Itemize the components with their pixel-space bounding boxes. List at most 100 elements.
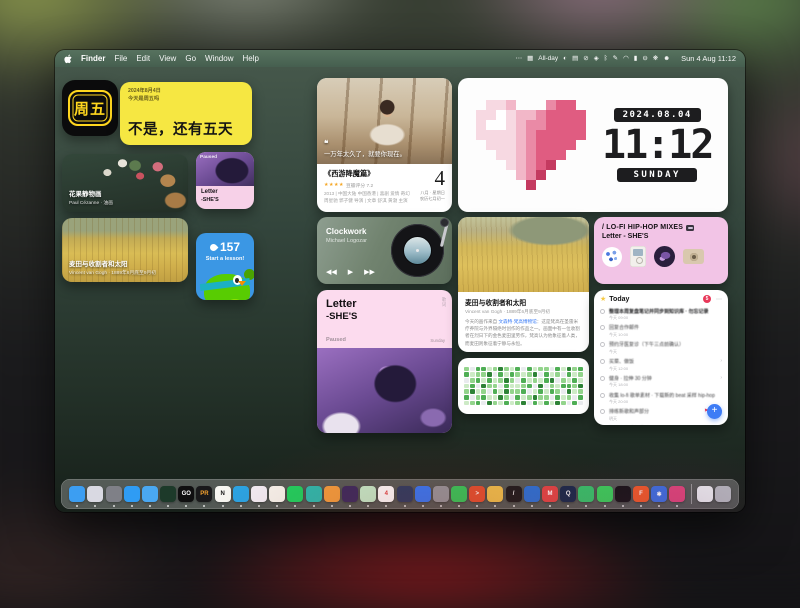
dock-mint-app-icon[interactable] <box>360 486 376 502</box>
dock-camera-app-icon[interactable] <box>615 486 631 502</box>
heart-pixel <box>546 180 556 190</box>
dock-github-icon[interactable] <box>342 486 358 502</box>
dock-slash-app-icon[interactable]: / <box>506 486 522 502</box>
dock-outlook-icon[interactable] <box>524 486 540 502</box>
todo-item[interactable]: 确认演出设备清单明天⚑ Stage <box>600 423 722 425</box>
todo-item[interactable]: 整理本周复盘笔记并同步到知识库 · 勿忘记录今天 09:00 <box>600 306 722 323</box>
todo-checkbox[interactable] <box>600 359 605 364</box>
display-icon[interactable]: ◐ <box>563 55 567 62</box>
dock-finder-icon[interactable] <box>69 486 85 502</box>
music-small-widget[interactable]: Paused Letter -SHE'S <box>196 152 254 209</box>
wifi-icon[interactable]: ◠ <box>623 55 629 62</box>
minus-icon[interactable]: ⊖ <box>642 55 647 62</box>
todo-item[interactable]: 回复合作邮件今天 10:00 <box>600 323 722 340</box>
dock-shield-app-icon[interactable] <box>578 486 594 502</box>
letter-player-widget[interactable]: Letter -SHE'S 歌词 Paused Sunday <box>317 290 452 433</box>
todo-checkbox[interactable] <box>600 409 605 414</box>
dock-panels-app-icon[interactable] <box>397 486 413 502</box>
todo-checkbox[interactable] <box>600 393 605 398</box>
wheatfield-art-widget[interactable]: 麦田与收割者和太阳 Vincent van Gogh · 1889年6月底至9月… <box>62 218 188 282</box>
stage-manager-icon[interactable]: ▦ <box>527 55 533 62</box>
friday-app-icon[interactable]: 周五 <box>62 80 118 136</box>
active-app-name[interactable]: Finder <box>81 54 105 63</box>
todo-item[interactable]: 健身 · 拉伸 30 分钟今天 18:00› <box>600 373 722 390</box>
contribution-cell <box>555 372 560 377</box>
todo-checkbox[interactable] <box>600 342 605 347</box>
menu-window[interactable]: Window <box>205 54 233 63</box>
keyboard-icon[interactable]: ▤ <box>572 55 578 62</box>
battery-icon[interactable]: ▮ <box>634 55 638 62</box>
add-task-button[interactable]: + <box>707 404 722 419</box>
clockwork-player-widget[interactable]: Clockwork Michael Logozar ◀◀ ▶ ▶▶ <box>317 217 452 284</box>
dock-downloads-icon[interactable] <box>697 486 713 502</box>
dock-calendar-icon[interactable]: 4 <box>378 486 394 502</box>
previous-button[interactable]: ◀◀ <box>326 268 337 276</box>
menu-bar-clock[interactable]: Sun 4 Aug 11:12 <box>681 54 736 63</box>
dock-mail-icon[interactable] <box>142 486 158 502</box>
dock-go-app-icon[interactable]: GO <box>178 486 194 502</box>
album-cover-icon[interactable] <box>654 246 675 267</box>
dock-iterm-icon[interactable]: > <box>469 486 485 502</box>
dock-mastergo-icon[interactable]: M <box>542 486 558 502</box>
dock-green-app-icon[interactable] <box>451 486 467 502</box>
movie-calendar-widget[interactable]: ❝ 一万年太久了，就要你现在。 《西游降魔篇》 ★★★★ 豆瓣评分 7.2 20… <box>317 78 452 212</box>
reminders-today-widget[interactable]: ★ Today 5 ⋯ 整理本周复盘笔记并同步到知识库 · 勿忘记录今天 09:… <box>594 290 728 425</box>
user-icon[interactable]: ☻ <box>663 55 670 62</box>
cassette-player-icon[interactable] <box>630 246 646 267</box>
todo-item[interactable]: 买菜、做饭今天 12:00› <box>600 356 722 373</box>
apple-menu[interactable] <box>64 54 72 64</box>
dock-notion-icon[interactable]: N <box>215 486 231 502</box>
camera-icon[interactable] <box>683 249 704 264</box>
sticker-icon[interactable] <box>602 247 622 267</box>
bluetooth-icon[interactable]: ᛒ <box>604 55 608 62</box>
dock-weread-icon[interactable] <box>269 486 285 502</box>
dock-trash-icon[interactable] <box>715 486 731 502</box>
menu-file[interactable]: File <box>114 54 127 63</box>
dock-vscode-icon[interactable] <box>124 486 140 502</box>
dock-f1-app-icon[interactable]: F <box>633 486 649 502</box>
menu-help[interactable]: Help <box>242 54 258 63</box>
todo-checkbox[interactable] <box>600 376 605 381</box>
dock-messages-icon[interactable] <box>597 486 613 502</box>
dock-teal-app-icon[interactable] <box>306 486 322 502</box>
lofi-mixes-widget[interactable]: / LO-FI HIP-HOP MIXES Letter - SHE'S <box>594 217 728 284</box>
focus-icon[interactable]: ⊘ <box>583 55 588 62</box>
menu-edit[interactable]: Edit <box>136 54 150 63</box>
dock-q-app-icon[interactable]: Q <box>560 486 576 502</box>
pixel-clock-widget[interactable]: 2024.08.04 11:12 SUNDAY <box>458 78 728 212</box>
dock-system-settings-icon[interactable] <box>106 486 122 502</box>
next-button[interactable]: ▶▶ <box>364 268 375 276</box>
dock-paint-app-icon[interactable] <box>487 486 503 502</box>
dock-terminal-icon[interactable] <box>160 486 176 502</box>
dock-snowflake-app-icon[interactable]: ✱ <box>651 486 667 502</box>
todo-item[interactable]: 排练新歌和声部分明天⚑ Stage <box>600 407 722 424</box>
game-icon[interactable]: ◈ <box>594 55 599 62</box>
dock-telegram-icon[interactable] <box>233 486 249 502</box>
dock-pr-app-icon[interactable]: PR <box>196 486 212 502</box>
todo-checkbox[interactable] <box>600 325 605 330</box>
museum-link[interactable]: 文森特·梵高博物馆 <box>498 319 536 324</box>
dock-spotify-icon[interactable] <box>287 486 303 502</box>
play-button[interactable]: ▶ <box>348 268 353 276</box>
dock-pink-app-icon[interactable] <box>669 486 685 502</box>
pencil-icon[interactable]: ✎ <box>613 55 618 62</box>
friday-widget[interactable]: 2024年8月4日 今天是周五吗 不是，还有五天 <box>120 82 252 145</box>
menu-view[interactable]: View <box>159 54 176 63</box>
duolingo-streak-widget[interactable]: 157 Start a lesson! <box>196 233 254 300</box>
event-label[interactable]: All-day <box>538 55 558 62</box>
contribution-grid-widget[interactable] <box>458 358 589 414</box>
artwork-info-widget[interactable]: 麦田与收割者和太阳 Vincent van Gogh · 1889年6月底至9月… <box>458 217 589 352</box>
menu-go[interactable]: Go <box>185 54 196 63</box>
dock-home-icon[interactable] <box>324 486 340 502</box>
snow-icon[interactable]: ❋ <box>653 55 658 62</box>
cezanne-art-widget[interactable]: 花果静物画 Paul Cézanne · 油画 <box>62 154 188 212</box>
todo-checkbox[interactable] <box>600 309 605 314</box>
more-icon[interactable]: ⋯ <box>516 55 523 62</box>
todo-menu-button[interactable]: ⋯ <box>716 296 722 303</box>
todo-item[interactable]: 预约牙医复诊（下午三点前确认）今天 <box>600 340 722 357</box>
dock-slack-icon[interactable] <box>251 486 267 502</box>
dock-launchpad-icon[interactable] <box>87 486 103 502</box>
dock-utility-app-icon[interactable] <box>433 486 449 502</box>
dock-things-icon[interactable] <box>415 486 431 502</box>
todo-item[interactable]: 收集 lo-fi 歌单素材 · 下载新的 beat 采样 hip-hop今天 2… <box>600 390 722 407</box>
